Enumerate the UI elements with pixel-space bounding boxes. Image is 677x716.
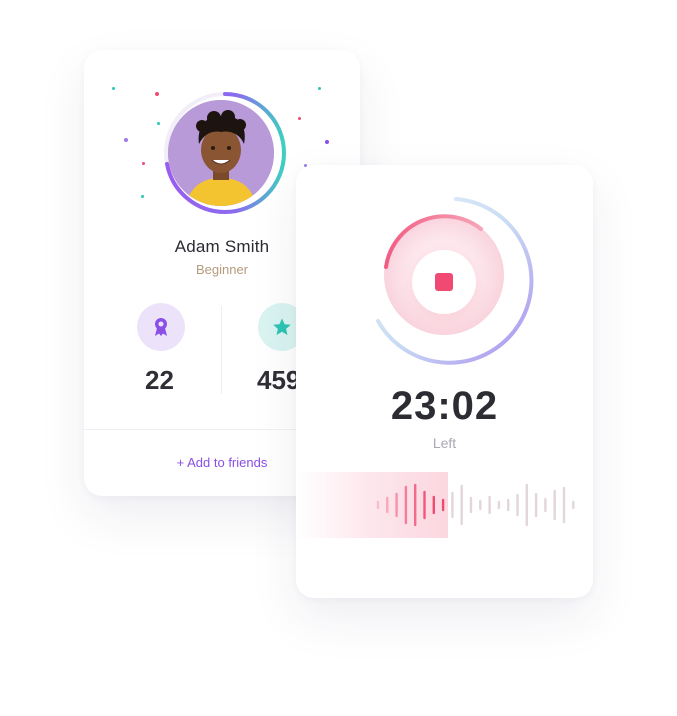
star-icon — [273, 318, 291, 335]
confetti-dot — [141, 195, 144, 198]
confetti-dot — [142, 162, 145, 165]
ribbon-badge-icon — [155, 318, 167, 336]
confetti-dot — [124, 138, 128, 142]
confetti-dot — [155, 92, 159, 96]
badges-stat-icon-circle — [137, 303, 185, 351]
person-avatar-icon — [168, 100, 274, 206]
confetti-dot — [318, 87, 321, 90]
stop-icon — [435, 273, 453, 291]
timer-card: 23:02 Left — [296, 165, 593, 598]
badges-count: 22 — [145, 365, 174, 395]
audio-waveform[interactable] — [296, 470, 593, 540]
confetti-dot — [112, 87, 115, 90]
time-label: Left — [432, 435, 457, 451]
stat-divider — [221, 306, 222, 394]
avatar — [168, 100, 274, 206]
confetti-dot — [298, 117, 301, 120]
stop-button[interactable] — [412, 250, 476, 314]
stars-count: 459 — [257, 365, 301, 395]
confetti-dot — [325, 140, 329, 144]
waveform-bars — [376, 483, 575, 527]
time-remaining: 23:02 — [390, 384, 499, 428]
